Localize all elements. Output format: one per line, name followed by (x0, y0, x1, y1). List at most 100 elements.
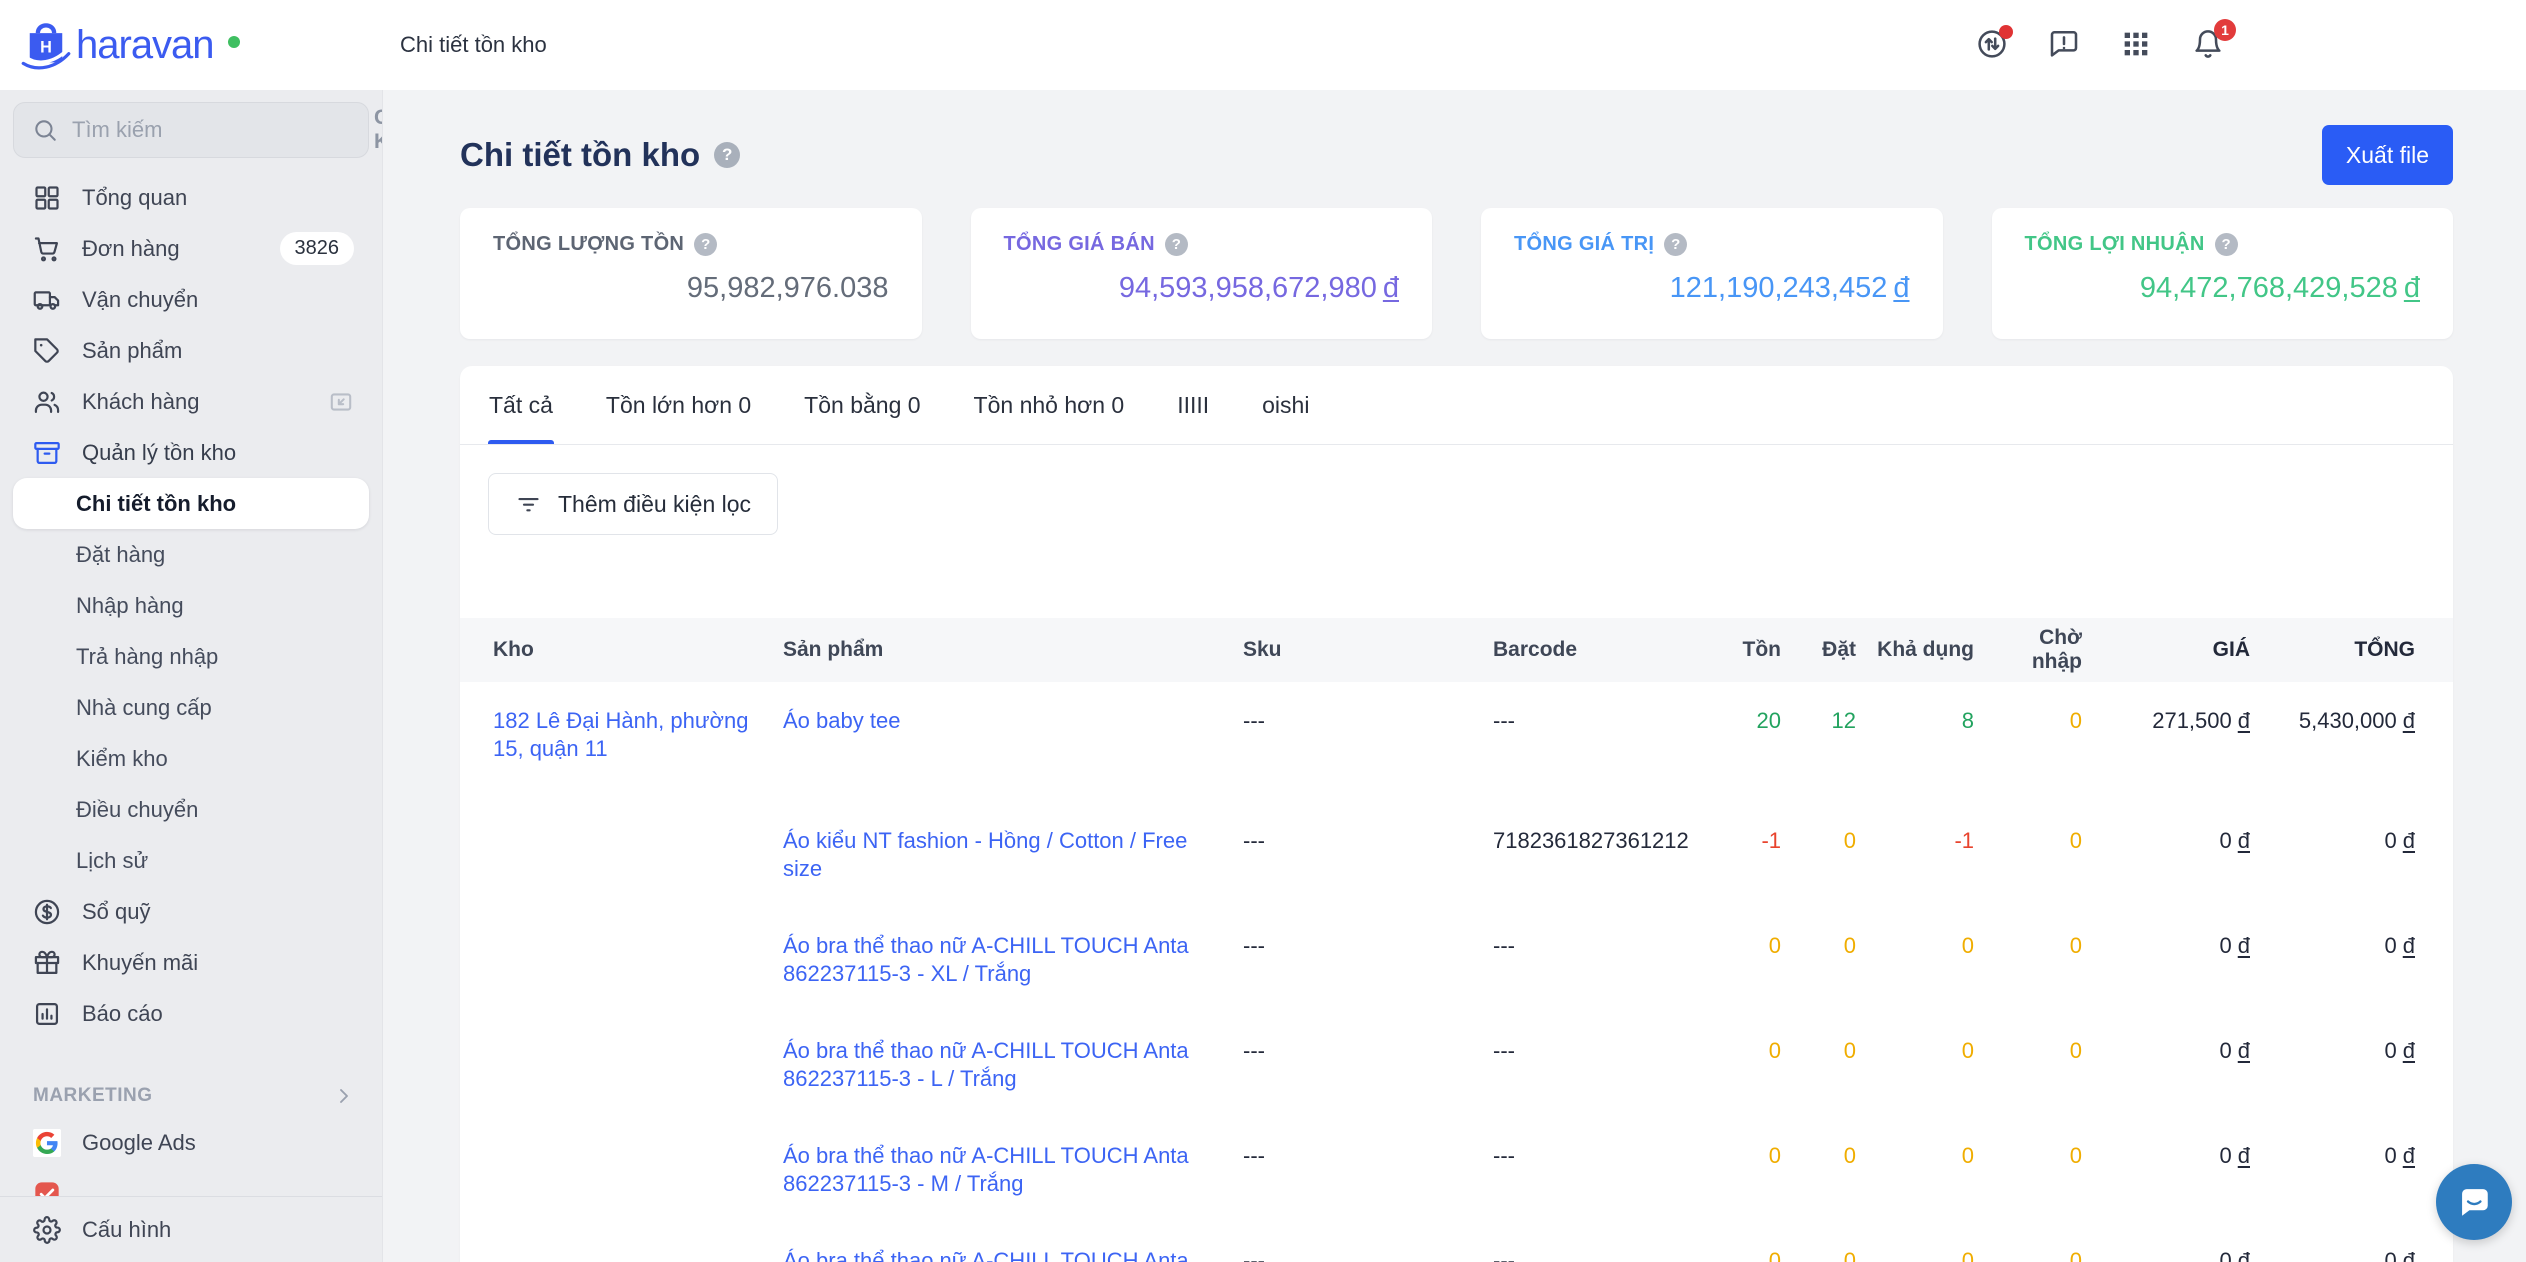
help-icon[interactable]: ? (694, 233, 717, 256)
sidebar-item-shipping[interactable]: Vận chuyển (0, 274, 382, 325)
column-header-product[interactable]: Sản phẩm (783, 638, 1243, 662)
inventory-table-row: Áo bra thể thao nữ A-CHILL TOUCH Anta ---… (460, 1222, 2453, 1262)
inventory-panel: Tất cả Tồn lớn hơn 0 Tồn bằng 0 Tồn nhỏ hơn… (460, 366, 2453, 1262)
sidebar-item-google-ads[interactable]: Google Ads (0, 1117, 382, 1168)
tab-iiiii[interactable]: IIIII (1176, 366, 1210, 444)
sidebar-item-settings[interactable]: Cấu hình (0, 1196, 382, 1262)
feedback-button[interactable] (2047, 28, 2081, 62)
sidebar-item-inventory[interactable]: Quản lý tồn kho (0, 427, 382, 478)
available-cell: 0 (1866, 1247, 1984, 1262)
available-cell: 8 (1866, 707, 1984, 735)
tab-stock-gt-0[interactable]: Tồn lớn hơn 0 (605, 366, 752, 444)
sku-cell: --- (1243, 932, 1493, 960)
orders-count-badge: 3826 (280, 232, 355, 265)
barcode-cell: --- (1493, 707, 1723, 735)
sidebar-item-reports[interactable]: Báo cáo (0, 988, 382, 1039)
sidebar-item-promotions[interactable]: Khuyến mãi (0, 937, 382, 988)
dollar-icon (33, 898, 61, 926)
help-icon[interactable]: ? (1664, 233, 1687, 256)
card-value: 121,190,243,452đ (1514, 272, 1910, 305)
haravan-logo[interactable]: H haravan (20, 0, 240, 90)
product-cell: Áo kiểu NT fashion - Hồng / Cotton / Fre… (783, 827, 1243, 883)
summary-card-total-value: TỔNG GIÁ TRỊ?121,190,243,452đ (1481, 208, 1943, 339)
sidebar-item-products[interactable]: Sản phẩm (0, 325, 382, 376)
sidebar-subitem-purchase-orders[interactable]: Đặt hàng (0, 529, 382, 580)
ordered-cell: 0 (1791, 1247, 1866, 1262)
search-input[interactable] (72, 117, 360, 143)
incoming-cell: 0 (1984, 1247, 2092, 1262)
product-link[interactable]: Áo bra thể thao nữ A-CHILL TOUCH Anta 86… (783, 933, 1189, 986)
sidebar-item-cash-book[interactable]: Sổ quỹ (0, 886, 382, 937)
sync-status-button[interactable] (1975, 28, 2009, 62)
sidebar-subitem-stocktake[interactable]: Kiểm kho (0, 733, 382, 784)
sidebar-item-marketing-app[interactable] (0, 1168, 382, 1196)
inventory-table-row: Áo bra thể thao nữ A-CHILL TOUCH Anta 86… (460, 907, 2453, 1012)
product-cell: Áo bra thể thao nữ A-CHILL TOUCH Anta 86… (783, 1037, 1243, 1093)
column-header-barcode[interactable]: Barcode (1493, 638, 1723, 662)
available-cell: -1 (1866, 827, 1984, 855)
summary-cards: TỔNG LƯỢNG TỒN?95,982,976.038TỔNG GIÁ BÁ… (460, 208, 2453, 339)
incoming-cell: 0 (1984, 827, 2092, 855)
inventory-table-row: Áo bra thể thao nữ A-CHILL TOUCH Anta 86… (460, 1012, 2453, 1117)
stock-cell: 0 (1723, 1142, 1791, 1170)
card-value: 94,593,958,672,980đ (1004, 272, 1400, 305)
tab-stock-lt-0[interactable]: Tồn nhỏ hơn 0 (973, 366, 1126, 444)
sidebar-subitem-receive-goods[interactable]: Nhập hàng (0, 580, 382, 631)
sidebar-item-orders[interactable]: Đơn hàng3826 (0, 223, 382, 274)
column-header-stock[interactable]: Tồn (1723, 638, 1791, 662)
column-header-price[interactable]: GIÁ (2092, 638, 2260, 662)
ordered-cell: 0 (1791, 1142, 1866, 1170)
sidebar-item-customers[interactable]: Khách hàng (0, 376, 382, 427)
search-box[interactable]: Ctrl K (13, 102, 369, 158)
column-header-ordered[interactable]: Đặt (1791, 638, 1866, 662)
stock-cell: 20 (1723, 707, 1791, 735)
sidebar-section-marketing[interactable]: MARKETING (0, 1075, 382, 1117)
gift-icon (33, 949, 61, 977)
help-icon[interactable]: ? (2215, 233, 2238, 256)
barcode-cell: --- (1493, 1247, 1723, 1262)
search-icon (32, 117, 58, 143)
column-header-sku[interactable]: Sku (1243, 638, 1493, 662)
barcode-cell: --- (1493, 1142, 1723, 1170)
feedback-icon (2048, 28, 2080, 60)
help-icon[interactable]: ? (714, 142, 740, 168)
sidebar-subitem-transfers[interactable]: Điều chuyển (0, 784, 382, 835)
warehouse-link[interactable]: 182 Lê Đại Hành, phường 15, quận 11 (493, 708, 748, 761)
google-icon (33, 1129, 61, 1157)
total-cell: 5,430,000đ (2260, 707, 2425, 735)
tab-all[interactable]: Tất cả (488, 366, 554, 444)
card-value: 94,472,768,429,528đ (2025, 272, 2421, 305)
chat-widget-button[interactable] (2436, 1164, 2512, 1240)
product-cell: Áo bra thể thao nữ A-CHILL TOUCH Anta 86… (783, 1142, 1243, 1198)
tab-oishi[interactable]: oishi (1261, 366, 1310, 444)
sidebar-item-overview[interactable]: Tổng quan (0, 172, 382, 223)
product-link[interactable]: Áo bra thể thao nữ A-CHILL TOUCH Anta 86… (783, 1038, 1189, 1091)
help-icon[interactable]: ? (1165, 233, 1188, 256)
add-filter-button[interactable]: Thêm điều kiện lọc (488, 473, 778, 535)
available-cell: 0 (1866, 932, 1984, 960)
stock-cell: 0 (1723, 1247, 1791, 1262)
sidebar-subitem-history[interactable]: Lịch sử (0, 835, 382, 886)
sidebar-subitem-suppliers[interactable]: Nhà cung cấp (0, 682, 382, 733)
column-header-warehouse[interactable]: Kho (493, 638, 783, 662)
product-cell: Áo bra thể thao nữ A-CHILL TOUCH Anta 86… (783, 932, 1243, 988)
online-status-dot (228, 36, 240, 48)
product-link[interactable]: Áo kiểu NT fashion - Hồng / Cotton / Fre… (783, 828, 1187, 881)
sidebar: Ctrl K Tổng quanĐơn hàng3826Vận chuyểnSả… (0, 90, 383, 1262)
product-link[interactable]: Áo bra thể thao nữ A-CHILL TOUCH Anta (783, 1248, 1189, 1262)
export-file-button[interactable]: Xuất file (2322, 125, 2453, 185)
column-header-total[interactable]: TỔNG (2260, 638, 2425, 662)
sidebar-subitem-inventory-detail[interactable]: Chi tiết tồn kho (13, 478, 369, 529)
grid-icon (33, 184, 61, 212)
product-link[interactable]: Áo bra thể thao nữ A-CHILL TOUCH Anta 86… (783, 1143, 1189, 1196)
sidebar-subitem-return-goods[interactable]: Trả hàng nhập (0, 631, 382, 682)
apps-menu-button[interactable] (2119, 28, 2153, 62)
tab-stock-eq-0[interactable]: Tồn bằng 0 (803, 366, 921, 444)
column-header-available[interactable]: Khả dụng (1866, 638, 1984, 662)
column-header-incoming[interactable]: Chờ nhập (1984, 626, 2092, 674)
inventory-table-row: 182 Lê Đại Hành, phường 15, quận 11 Áo ba… (460, 682, 2453, 802)
product-link[interactable]: Áo baby tee (783, 708, 900, 733)
filter-row: Thêm điều kiện lọc (460, 445, 2453, 618)
notifications-button[interactable]: 1 (2191, 28, 2225, 62)
total-cell: 0đ (2260, 1142, 2425, 1170)
